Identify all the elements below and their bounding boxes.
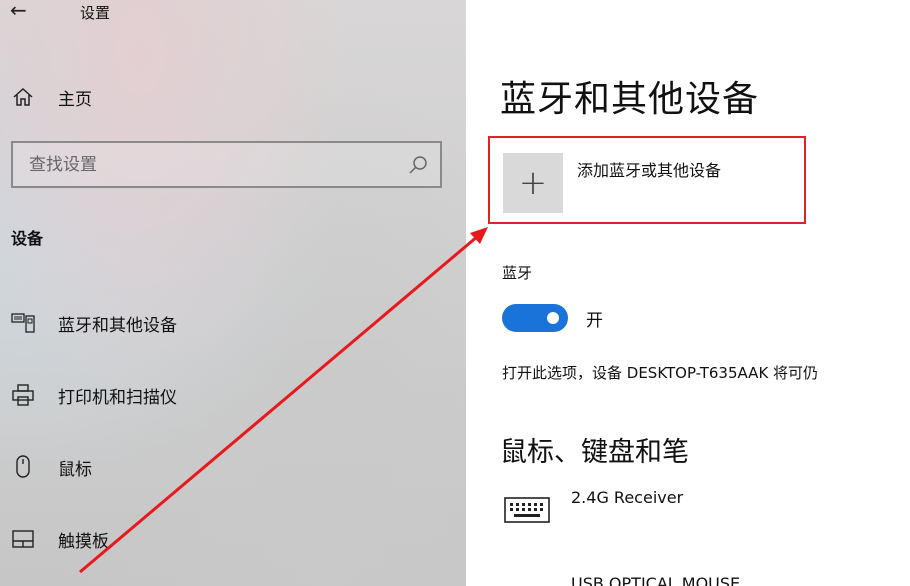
bluetooth-description: 打开此选项，设备 DESKTOP-T635AAK 将可仍 [502,364,819,382]
device-name[interactable]: 2.4G Receiver [571,488,683,507]
add-device-label[interactable]: 添加蓝牙或其他设备 [577,157,721,181]
home-icon [12,87,42,107]
touchpad-icon [10,530,36,548]
search-box[interactable] [11,141,442,188]
sidebar-home[interactable]: 主页 [0,80,466,114]
settings-sidebar: ← 设置 主页 设备 蓝牙和其他设备 [0,0,466,586]
section-title-mouse-keyboard-pen: 鼠标、键盘和笔 [500,437,689,468]
add-device-button[interactable]: + [503,153,563,213]
printer-icon [10,384,36,406]
keyboard-icon [504,497,550,523]
sidebar-item-mouse[interactable]: 鼠标 [0,447,466,487]
back-arrow-icon[interactable]: ← [10,0,27,22]
sidebar-item-printers[interactable]: 打印机和扫描仪 [0,375,466,415]
device-name[interactable]: USB OPTICAL MOUSE [571,574,740,586]
sidebar-item-touchpad[interactable]: 触摸板 [0,519,466,559]
main-content: 蓝牙和其他设备 + 添加蓝牙或其他设备 蓝牙 开 打开此选项，设备 DESKTO… [466,0,910,586]
app-title: 设置 [80,4,111,22]
sidebar-item-label: 蓝牙和其他设备 [58,315,177,336]
plus-icon: + [518,163,548,203]
search-input[interactable] [29,154,408,175]
sidebar-item-label: 打印机和扫描仪 [58,387,177,408]
search-icon[interactable] [408,155,428,175]
sidebar-home-label: 主页 [58,89,92,110]
sidebar-item-bluetooth[interactable]: 蓝牙和其他设备 [0,303,466,343]
page-title: 蓝牙和其他设备 [500,79,760,120]
bluetooth-toggle-state: 开 [586,311,603,331]
bluetooth-label: 蓝牙 [502,264,533,282]
sidebar-item-label: 触摸板 [58,531,109,552]
section-title-devices: 设备 [11,229,44,248]
bluetooth-devices-icon [10,312,36,334]
toggle-knob [547,312,559,324]
bluetooth-toggle[interactable] [502,304,568,332]
sidebar-item-label: 鼠标 [58,459,92,480]
mouse-icon [10,455,36,479]
title-bar: ← 设置 [0,0,466,28]
